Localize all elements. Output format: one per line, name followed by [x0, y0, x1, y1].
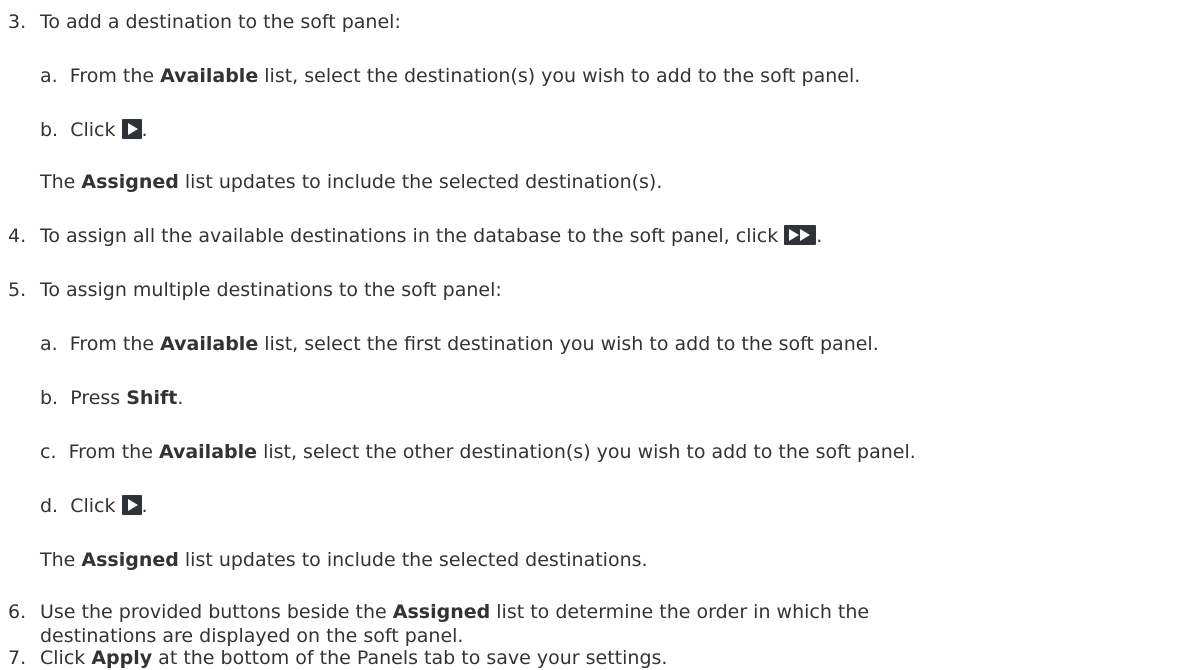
available-list-term: Available [160, 65, 259, 87]
substep-5b: b. Press Shift. [40, 387, 184, 409]
apply-button-term: Apply [91, 647, 153, 669]
assigned-list-term: Assigned [81, 171, 179, 193]
double-play-right-icon [784, 225, 817, 245]
step-number: 4. [8, 225, 27, 247]
substep-label: a. [40, 65, 58, 87]
play-right-icon [121, 495, 142, 515]
step-3-result: The Assigned list updates to include the… [40, 171, 663, 193]
step-number: 3. [8, 11, 27, 33]
substep-3a: a. From the Available list, select the d… [40, 65, 861, 87]
substep-label: a. [40, 333, 58, 355]
substep-label: b. [40, 387, 59, 409]
assigned-list-term: Assigned [392, 601, 491, 623]
substep-5c: c. From the Available list, select the o… [40, 441, 916, 463]
step-number: 5. [8, 279, 27, 301]
substep-5d: d. Click . [40, 495, 148, 517]
play-right-icon [121, 119, 142, 139]
step-7-text: Click Apply at the bottom of the Panels … [40, 647, 668, 669]
step-number: 6. [8, 601, 27, 623]
substep-5a: a. From the Available list, select the f… [40, 333, 879, 355]
step-5-result: The Assigned list updates to include the… [40, 549, 648, 571]
step-4-text: To assign all the available destinations… [40, 225, 823, 247]
substep-label: c. [40, 441, 57, 463]
step-number: 7. [8, 647, 27, 669]
substep-label: d. [40, 495, 59, 517]
step-6-text-line2: destinations are displayed on the soft p… [40, 625, 464, 647]
assigned-list-term: Assigned [81, 549, 179, 571]
available-list-term: Available [160, 333, 259, 355]
substep-label: b. [40, 119, 59, 141]
step-3-text: To add a destination to the soft panel: [40, 11, 401, 33]
substep-3b: b. Click . [40, 119, 148, 141]
shift-key-term: Shift [126, 387, 178, 409]
available-list-term: Available [158, 441, 258, 463]
step-6-text-line1: Use the provided buttons beside the Assi… [40, 601, 870, 623]
step-5-text: To assign multiple destinations to the s… [40, 279, 502, 301]
